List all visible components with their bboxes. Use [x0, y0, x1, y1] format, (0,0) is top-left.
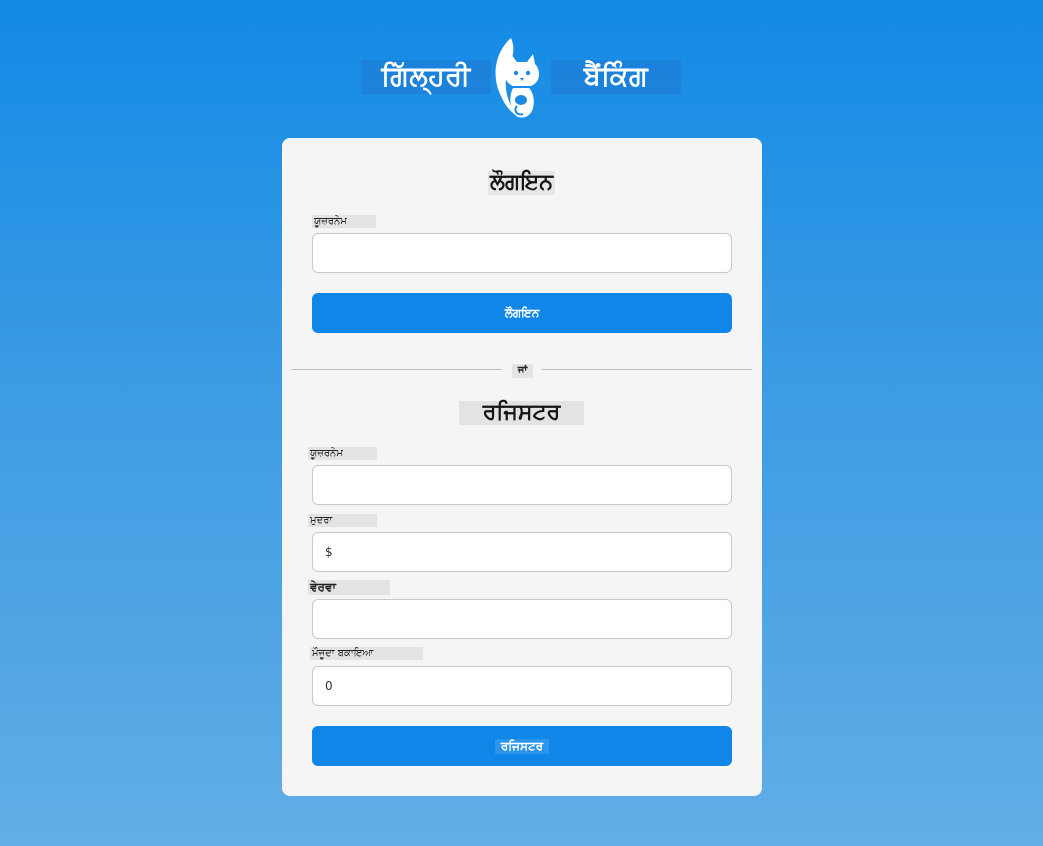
register-currency-input[interactable] — [312, 532, 732, 572]
login-title-text: ਲੌਗਇਨ — [487, 170, 556, 195]
brand-name-right: ਬੈਂਕਿੰਗ — [551, 60, 681, 94]
register-currency-label: ਮੁਦਰਾ — [308, 514, 377, 527]
register-username-label: ਯੂਜ਼ਰਨੇਮ — [308, 447, 377, 460]
brand-name-left: ਗਿੱਲ੍ਹਰੀ — [361, 60, 491, 94]
register-balance-label: ਮੌਜੂਦਾ ਬਕਾਇਆ — [310, 647, 423, 660]
login-button-label: ਲੌਗਇਨ — [504, 305, 540, 320]
login-button[interactable]: ਲੌਗਇਨ — [312, 293, 732, 333]
login-username-input[interactable] — [312, 233, 732, 273]
register-balance-input[interactable] — [312, 666, 732, 706]
register-title-text: ਰਜਿਸਟਰ — [458, 401, 585, 425]
register-username-input[interactable] — [312, 465, 732, 505]
register-title: ਰਜਿਸਟਰ — [0, 400, 1043, 425]
divider-or-text: ਜਾਂ — [512, 364, 533, 378]
register-button-label: ਰਜਿਸਟਰ — [494, 738, 550, 754]
login-title: ਲੌਗਇਨ — [0, 170, 1043, 195]
squirrel-logo-icon — [495, 38, 540, 118]
register-description-input[interactable] — [312, 599, 732, 639]
register-button[interactable]: ਰਜਿਸਟਰ — [312, 726, 732, 766]
login-username-label: ਯੂਜ਼ਰਨੇਮ — [312, 215, 376, 228]
register-description-label: ਵੇਰਵਾ — [308, 580, 390, 595]
divider-line-left — [292, 369, 502, 370]
divider-line-right — [542, 369, 752, 370]
app-header: ਗਿੱਲ੍ਹਰੀ ਬੈਂਕਿੰਗ — [0, 36, 1043, 120]
